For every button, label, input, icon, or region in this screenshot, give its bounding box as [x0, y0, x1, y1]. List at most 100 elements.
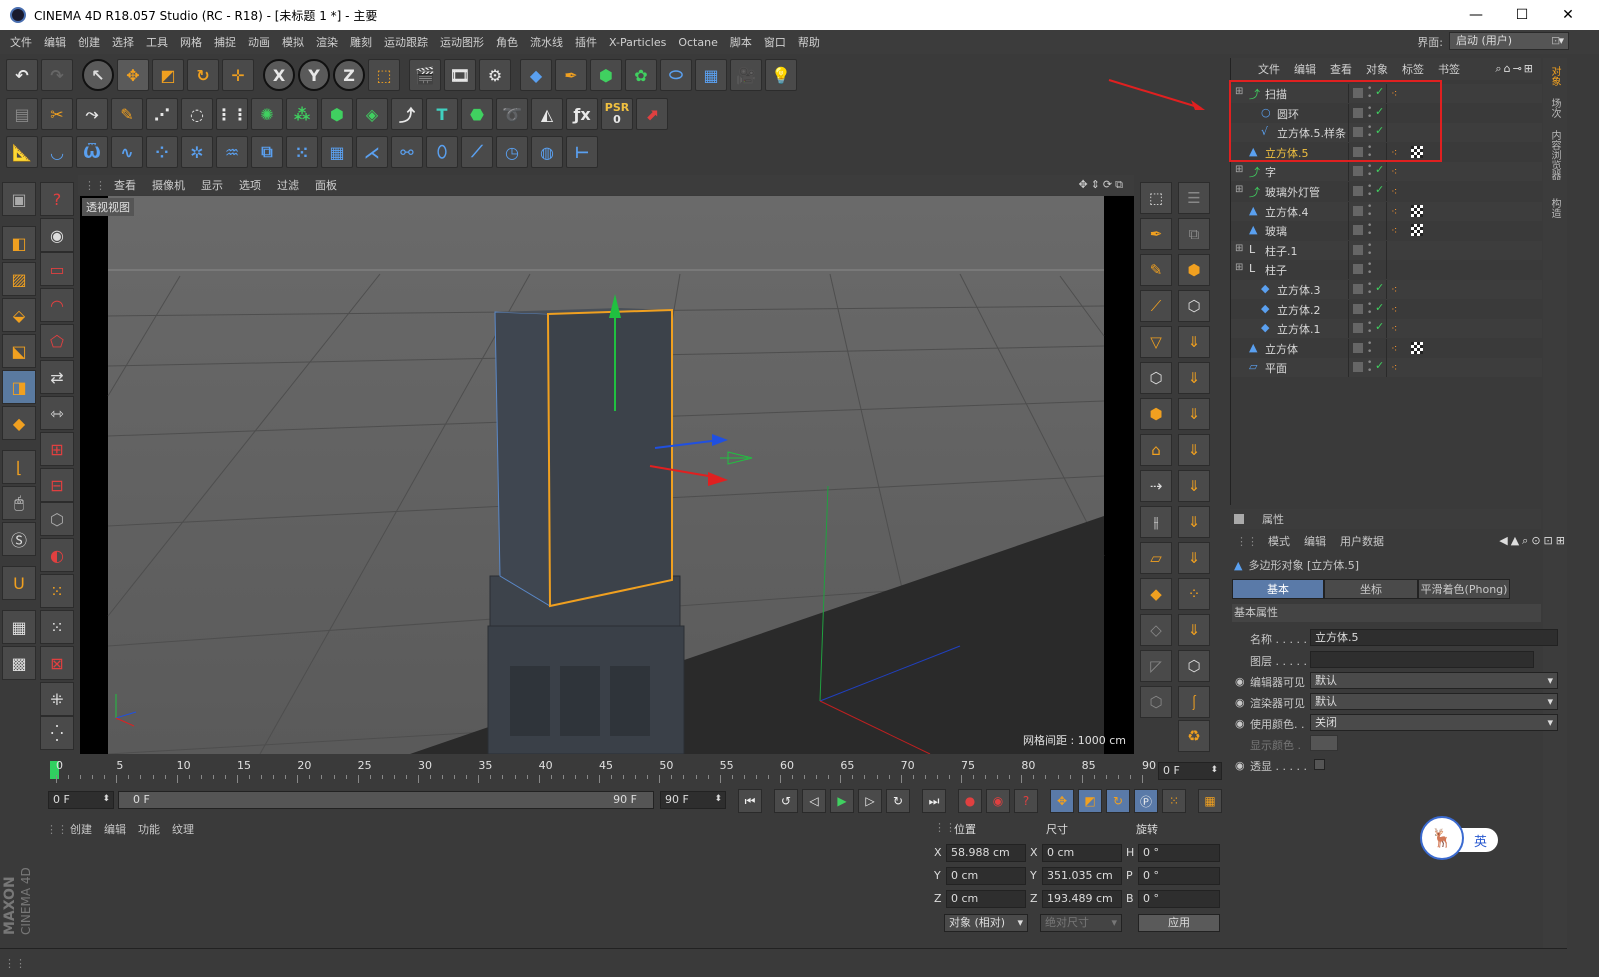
menu-file[interactable]: 文件 — [10, 34, 32, 50]
auto-key-icon[interactable]: ◉ — [986, 789, 1010, 813]
render-view-icon[interactable]: 🎬 — [409, 59, 441, 91]
viewport-menu-display[interactable]: 显示 — [201, 177, 223, 193]
curve-tool-icon[interactable]: ⎰ — [1178, 686, 1210, 718]
size-field[interactable]: 193.489 cm — [1042, 890, 1122, 908]
texture-tag-icon[interactable] — [1411, 224, 1423, 237]
position-field[interactable]: 0 cm — [946, 890, 1026, 908]
layer-icon[interactable] — [1353, 205, 1363, 216]
visibility-dots-icon[interactable]: • • — [1367, 222, 1372, 239]
python-icon[interactable]: ♒ — [216, 136, 248, 168]
timeline-window-icon[interactable]: ▦ — [1198, 789, 1222, 813]
cube-outline-icon[interactable]: ⬡ — [1178, 650, 1210, 682]
sketch-tool-icon[interactable]: ✎ — [1140, 254, 1172, 286]
points-mode-icon[interactable]: ⬕ — [2, 334, 36, 368]
maximize-button[interactable]: ☐ — [1499, 0, 1545, 30]
x-dots-icon[interactable]: ⁘ — [1178, 578, 1210, 610]
box-gray-icon[interactable]: ⬡ — [1140, 686, 1172, 718]
make-editable-icon[interactable]: ▣ — [2, 182, 36, 216]
menu-help[interactable]: 帮助 — [798, 34, 820, 50]
plane-icon[interactable]: ▱ — [1140, 542, 1172, 574]
object-menu-view[interactable]: 查看 — [1330, 61, 1352, 77]
tab-coordinates[interactable]: 坐标 — [1324, 579, 1418, 599]
sphere-edit-icon[interactable]: ◐ — [40, 538, 74, 572]
spline-effector-icon[interactable]: ➰ — [496, 98, 528, 130]
editor-visible-radio-icon[interactable]: ◉ — [1235, 675, 1245, 688]
workplane-grid-icon[interactable]: ▩ — [2, 646, 36, 680]
scale-selection-icon[interactable]: ⇿ — [40, 396, 74, 430]
object-row[interactable]: ▲ 立方体.4 • • ⁖ — [1231, 201, 1542, 221]
xray-radio-icon[interactable]: ◉ — [1235, 759, 1245, 772]
push-down-2-icon[interactable]: ⇓ — [1178, 362, 1210, 394]
attr-nav-icons[interactable]: ◀▲⌕⊙⊡⊞ — [1499, 534, 1568, 548]
voronoi-icon[interactable]: ◈ — [356, 98, 388, 130]
push-down-5-icon[interactable]: ⇓ — [1178, 506, 1210, 538]
phong-tag-icon[interactable]: ⁖ — [1391, 322, 1403, 335]
push-down-icon[interactable]: ⇓ — [1178, 326, 1210, 358]
taper-icon[interactable]: ⋌ — [356, 136, 388, 168]
object-row[interactable]: ⊞ ⤴ 字 • • ✓ ⁖ — [1231, 162, 1542, 182]
clock-icon[interactable]: ◷ — [496, 136, 528, 168]
render-settings-icon[interactable]: ⚙ — [479, 59, 511, 91]
layer-icon[interactable] — [1353, 225, 1363, 236]
rotate-icon[interactable]: ↻ — [187, 59, 219, 91]
texture-mode-icon[interactable]: ▨ — [2, 262, 36, 296]
visibility-dots-icon[interactable]: • • — [1367, 261, 1372, 278]
octane-live-viewer-icon[interactable]: ▤ — [6, 98, 38, 130]
snap-magnet-icon[interactable]: U — [2, 566, 36, 600]
rotation-field[interactable]: 0 ° — [1138, 890, 1220, 908]
grid-dots-white-icon[interactable]: ⁙ — [40, 610, 74, 644]
key-position-icon[interactable]: ✥ — [1050, 789, 1074, 813]
formula-icon[interactable]: ⁙ — [286, 136, 318, 168]
cube-primitive-icon[interactable]: ◆ — [520, 59, 552, 91]
menu-edit[interactable]: 编辑 — [44, 34, 66, 50]
attr-menu-userdata[interactable]: 用户数据 — [1340, 533, 1384, 549]
axis-mode-icon[interactable]: ⌊ — [2, 450, 36, 484]
key-parameter-icon[interactable]: Ⓟ — [1134, 789, 1158, 813]
wrap-icon[interactable]: ◭ — [531, 98, 563, 130]
twist-icon[interactable]: Ѿ — [76, 136, 108, 168]
object-menu-edit[interactable]: 编辑 — [1294, 61, 1316, 77]
push-down-gear-icon[interactable]: ⇓ — [1178, 470, 1210, 502]
brush-icon[interactable]: ✎ — [111, 98, 143, 130]
spline-wrap-icon[interactable]: ⟋ — [461, 136, 493, 168]
menu-pipeline[interactable]: 流水线 — [530, 34, 563, 50]
scale-icon[interactable]: ◩ — [152, 59, 184, 91]
enabled-check-icon[interactable]: ✓ — [1375, 359, 1384, 372]
menu-sculpt[interactable]: 雕刻 — [350, 34, 372, 50]
visibility-dots-icon[interactable]: • • — [1367, 241, 1372, 258]
convert-selection-icon[interactable]: ⇄ — [40, 360, 74, 394]
key-rotation-icon[interactable]: ↻ — [1106, 789, 1130, 813]
frame-range-slider[interactable]: 0 F 90 F — [118, 791, 654, 809]
material-menu-create[interactable]: 创建 — [70, 821, 92, 837]
layer-icon[interactable] — [1353, 244, 1363, 255]
previous-frame-icon[interactable]: ◁ — [802, 789, 826, 813]
object-menu-bookmarks[interactable]: 书签 — [1438, 61, 1460, 77]
push-down-4-icon[interactable]: ⇓ — [1178, 434, 1210, 466]
phong-tag-icon[interactable]: ⁖ — [1391, 342, 1403, 355]
timeline-icon[interactable]: ⬈ — [636, 98, 668, 130]
fracture-icon[interactable]: ⬢ — [321, 98, 353, 130]
solo-icon[interactable]: Ⓢ — [2, 522, 36, 556]
object-row[interactable]: ◆ 立方体.2 • • ✓ ⁖ — [1231, 299, 1542, 319]
dots-pattern-icon[interactable]: ⁜ — [40, 682, 74, 716]
live-select-icon[interactable]: ◉ — [40, 218, 74, 252]
knife-icon[interactable]: ✂ — [41, 98, 73, 130]
menu-render[interactable]: 渲染 — [316, 34, 338, 50]
push-down-3-icon[interactable]: ⇓ — [1178, 398, 1210, 430]
play-icon[interactable]: ▶ — [830, 789, 854, 813]
shatter-icon[interactable]: ✲ — [181, 136, 213, 168]
spline-points-icon[interactable]: ⋰ — [146, 98, 178, 130]
viewport-menu-options[interactable]: 选项 — [239, 177, 261, 193]
name-field[interactable]: 立方体.5 — [1310, 629, 1558, 646]
texture-tag-icon[interactable] — [1411, 204, 1423, 217]
camera-view-icon[interactable]: ⬚ — [1140, 182, 1172, 214]
pin-icon[interactable]: ⊡ — [1551, 34, 1560, 47]
material-menu-edit[interactable]: 编辑 — [104, 821, 126, 837]
undo-icon[interactable]: ↶ — [6, 59, 38, 91]
fx-icon[interactable]: ƒx — [566, 98, 598, 130]
layers-gray-icon[interactable]: ⧉ — [1178, 218, 1210, 250]
object-menu-objects[interactable]: 对象 — [1366, 61, 1388, 77]
wave-icon[interactable]: ∿ — [111, 136, 143, 168]
pen-spline-icon[interactable]: ✒ — [555, 59, 587, 91]
texture-tag-icon[interactable] — [1411, 341, 1423, 354]
